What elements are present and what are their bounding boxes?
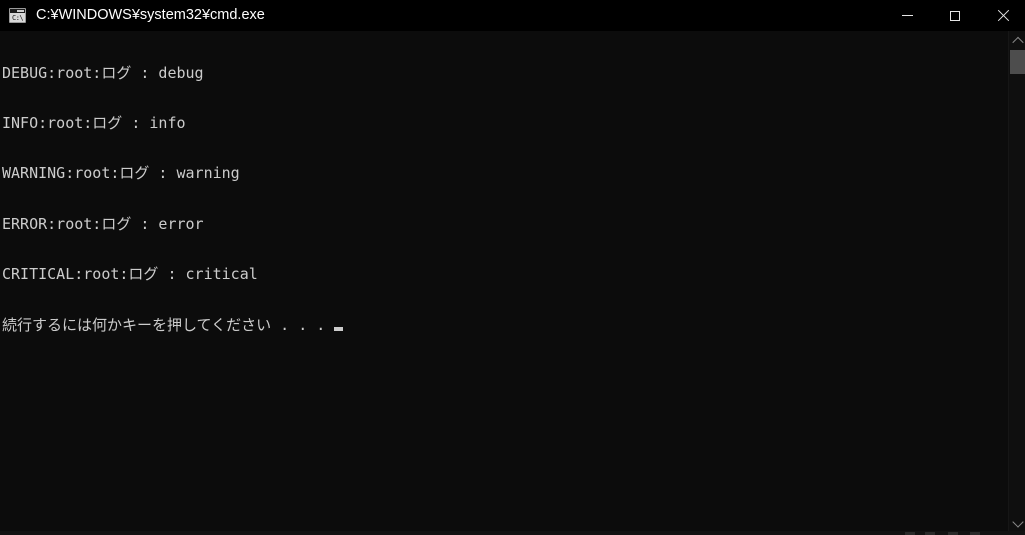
chevron-up-icon: [1011, 36, 1024, 48]
scroll-down-button[interactable]: [1009, 512, 1025, 531]
console-text: DEBUG:root:ログ : debug INFO:root:ログ : inf…: [0, 31, 1008, 367]
cmd-icon-titlebar: [10, 9, 25, 13]
close-icon: [996, 10, 1008, 22]
cmd-console-window: C:\ C:¥WINDOWS¥system32¥cmd.exe DEBUG:ro…: [0, 0, 1025, 535]
window-title: C:¥WINDOWS¥system32¥cmd.exe: [36, 7, 265, 23]
console-output-area[interactable]: DEBUG:root:ログ : debug INFO:root:ログ : inf…: [0, 31, 1008, 531]
minimize-icon: [902, 15, 913, 16]
console-line-info: INFO:root:ログ : info: [2, 113, 186, 132]
vertical-scrollbar[interactable]: [1008, 31, 1025, 531]
console-line-warning: WARNING:root:ログ : warning: [2, 164, 240, 183]
press-any-key-prompt-text: 続行するには何かキーを押してください . . .: [2, 315, 326, 334]
close-button[interactable]: [978, 0, 1025, 31]
text-cursor: [334, 327, 344, 332]
console-line-error: ERROR:root:ログ : error: [2, 214, 204, 233]
press-any-key-prompt-line: 続行するには何かキーを押してください . . .: [2, 315, 1008, 334]
scroll-up-button[interactable]: [1009, 31, 1025, 50]
maximize-button[interactable]: [931, 0, 978, 31]
desktop-sliver: [0, 531, 1025, 535]
cmd-console-icon: C:\: [9, 8, 26, 23]
minimize-button[interactable]: [884, 0, 931, 31]
cmd-icon-prompt-glyph: C:\: [12, 14, 24, 22]
maximize-icon: [949, 10, 960, 21]
scrollbar-thumb[interactable]: [1010, 50, 1025, 74]
scrollbar-track[interactable]: [1009, 50, 1025, 512]
console-line-debug: DEBUG:root:ログ : debug: [2, 63, 204, 82]
console-line-critical: CRITICAL:root:ログ : critical: [2, 265, 258, 284]
title-bar[interactable]: C:\ C:¥WINDOWS¥system32¥cmd.exe: [0, 0, 1025, 31]
cmd-icon-dots: [17, 10, 24, 12]
window-controls: [884, 0, 1025, 31]
title-bar-left: C:\ C:¥WINDOWS¥system32¥cmd.exe: [0, 0, 884, 31]
chevron-down-icon: [1011, 515, 1024, 528]
